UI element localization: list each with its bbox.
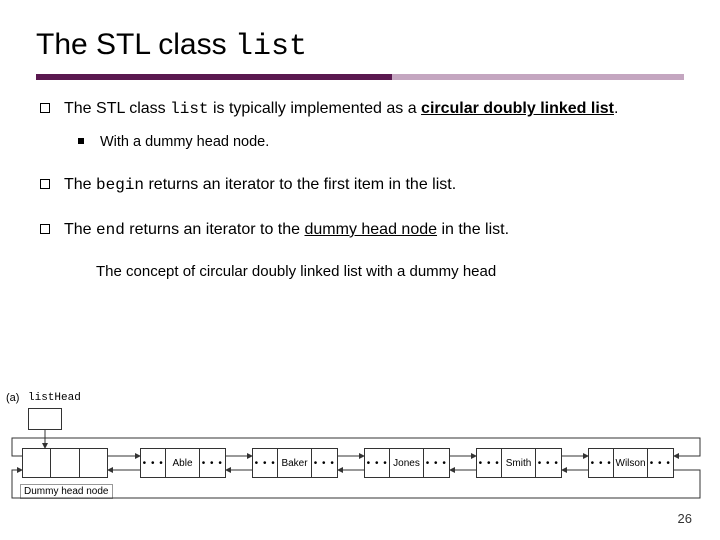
bullet-3: The end returns an iterator to the dummy… <box>36 219 684 242</box>
title-rule <box>36 74 684 80</box>
slide-title: The STL class list <box>36 28 684 64</box>
list-node: • • • Smith • • • <box>476 448 562 478</box>
bullet-1: The STL class list is typically implemen… <box>36 98 684 152</box>
bullet-2: The begin returns an iterator to the fir… <box>36 174 684 197</box>
diagram: (a) listHead • • • Able • • • • • • Bake… <box>0 398 720 518</box>
title-code: list <box>235 30 307 64</box>
list-node: • • • Jones • • • <box>364 448 450 478</box>
list-node: • • • Able • • • <box>140 448 226 478</box>
dummy-node-caption: Dummy head node <box>20 484 113 499</box>
page-number: 26 <box>678 511 692 526</box>
head-pointer-box <box>28 408 62 430</box>
title-prefix: The STL class <box>36 28 235 61</box>
diagram-caption: The concept of circular doubly linked li… <box>96 263 684 280</box>
list-node: • • • Wilson • • • <box>588 448 674 478</box>
bullet-list: The STL class list is typically implemen… <box>36 98 684 241</box>
dummy-node <box>22 448 108 478</box>
list-node: • • • Baker • • • <box>252 448 338 478</box>
bullet-1-sub: With a dummy head node. <box>64 133 684 153</box>
